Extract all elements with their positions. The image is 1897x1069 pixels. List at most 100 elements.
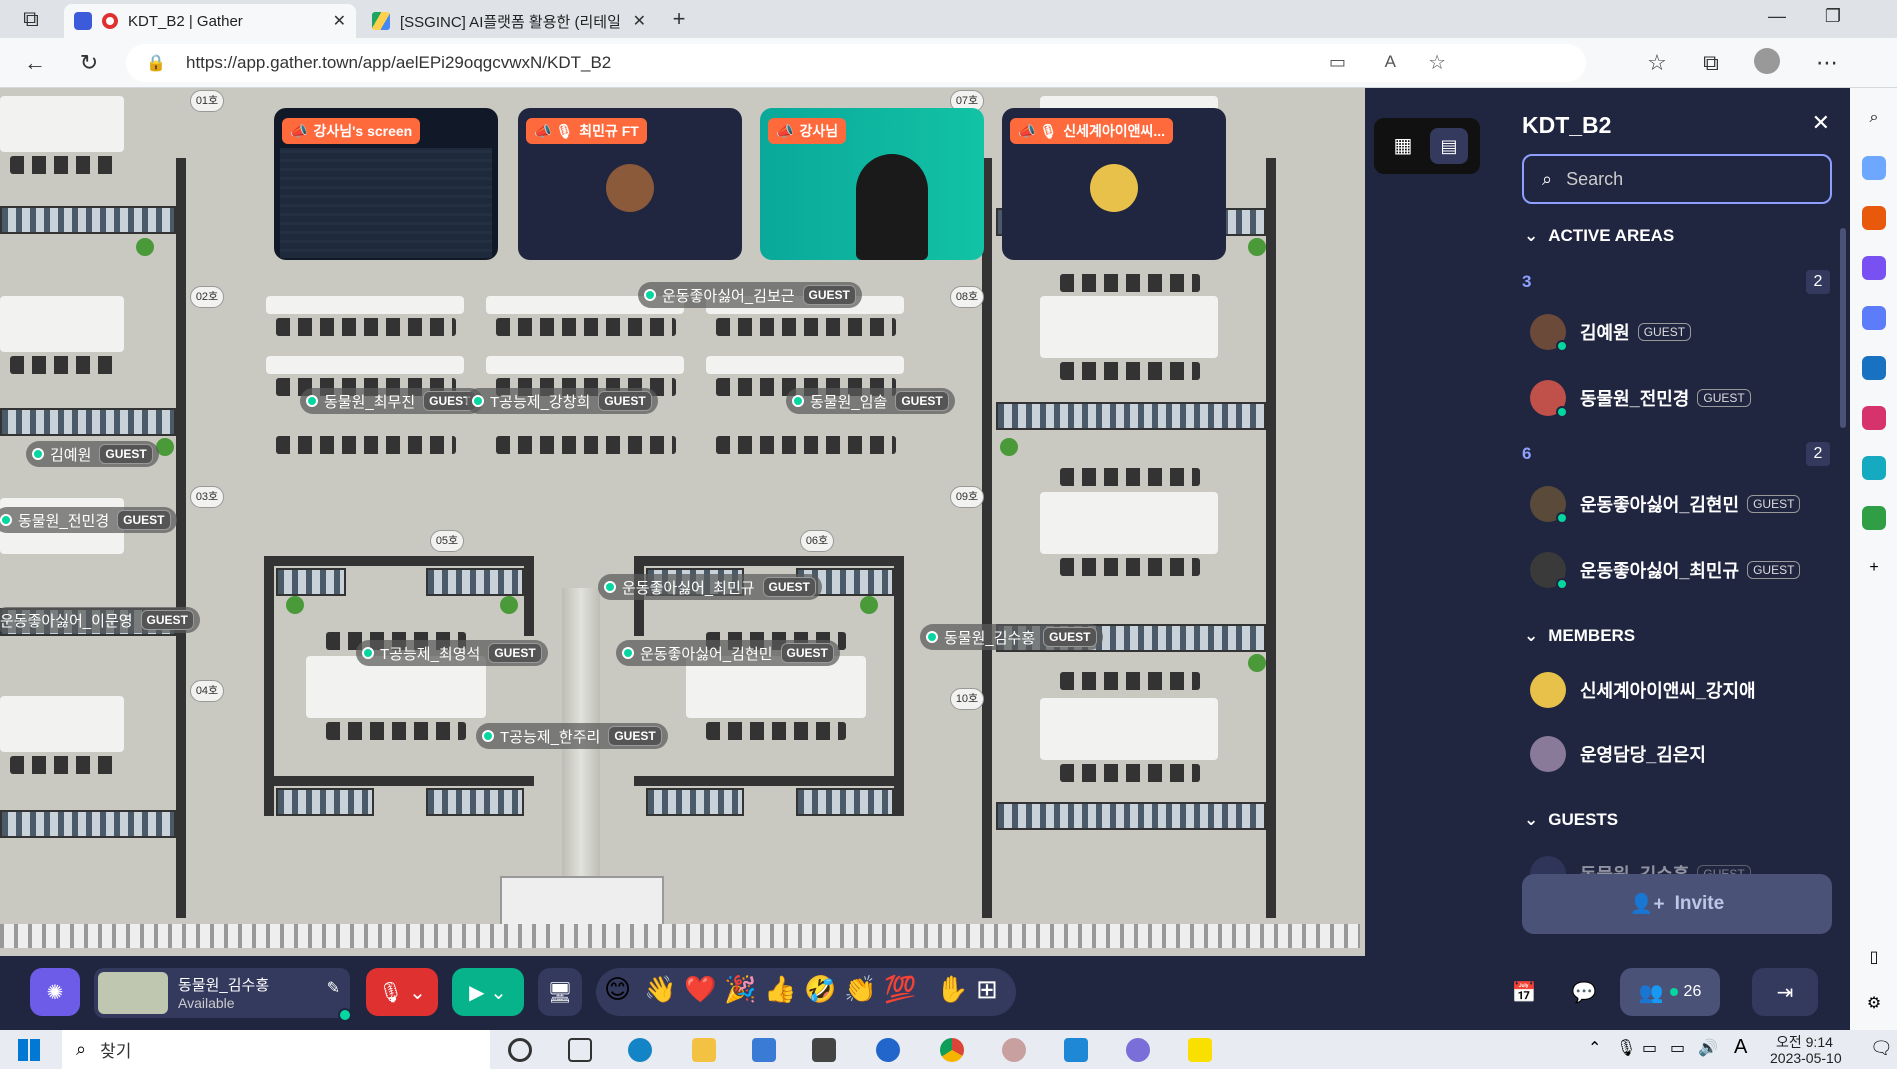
tab-close-icon[interactable]: ✕ [333, 11, 346, 31]
tab-close-icon[interactable]: ✕ [633, 11, 646, 31]
edit-icon[interactable]: ✎ [327, 978, 340, 998]
apps-icon[interactable]: ⊞ [976, 974, 998, 1005]
add-icon[interactable]: + [1862, 556, 1886, 580]
settings-icon[interactable]: ⚙ [1862, 992, 1886, 1016]
file-explorer-icon[interactable] [692, 1038, 716, 1062]
mic-toggle-button[interactable]: 🎙 ⌄ [366, 968, 438, 1016]
player-nametag[interactable]: 운동좋아싫어_이문영 GUEST [0, 607, 200, 633]
video-tile-screen-share[interactable]: 📣 강사님's screen [274, 108, 498, 260]
emoji-party-icon[interactable]: 🎉 [724, 974, 756, 1005]
tray-chevron-icon[interactable]: ⌃ [1588, 1038, 1601, 1058]
ime-indicator[interactable]: A [1734, 1036, 1747, 1059]
emoji-laugh-icon[interactable]: 🤣 [804, 974, 836, 1005]
taskbar-time[interactable]: 오전 9:14 [1776, 1032, 1833, 1052]
network-icon[interactable]: ▭ [1670, 1038, 1685, 1058]
video-tile-user[interactable]: 📣 🎙 최민규 FT [518, 108, 742, 260]
shopping-icon[interactable] [1862, 156, 1886, 180]
search-field[interactable]: ⌕ Search [1522, 154, 1832, 204]
cortana-icon[interactable] [508, 1038, 532, 1062]
store-icon[interactable] [752, 1038, 776, 1062]
emoji-wave-icon[interactable]: 👋 [644, 974, 676, 1005]
app-icon[interactable] [876, 1038, 900, 1062]
kakaotalk-icon[interactable] [1188, 1038, 1212, 1062]
emoji-heart-icon[interactable]: ❤️ [684, 974, 716, 1005]
gather-menu-button[interactable]: ✺ [30, 968, 80, 1016]
battery-icon[interactable]: ▭ [1642, 1038, 1657, 1058]
more-icon[interactable]: ⋯ [1812, 48, 1842, 78]
member-row[interactable]: 운영담당_김은지 [1530, 734, 1706, 774]
paint-icon[interactable] [1002, 1038, 1026, 1062]
raise-hand-icon[interactable]: ✋ [936, 974, 968, 1005]
panel-scrollbar[interactable] [1840, 228, 1846, 428]
emoji-hundred-icon[interactable]: 💯 [884, 974, 916, 1005]
games-icon[interactable] [1862, 256, 1886, 280]
player-nametag[interactable]: 운동좋아싫어_김보근 GUEST [638, 282, 862, 308]
video-tile-user[interactable]: 📣 🎙 신세계아이앤씨... [1002, 108, 1226, 260]
copilot-icon[interactable] [1862, 306, 1886, 330]
mic-tray-icon[interactable]: 🎙 [1616, 1038, 1636, 1058]
discord-icon[interactable] [1126, 1038, 1150, 1062]
tools-icon[interactable] [1862, 206, 1886, 230]
player-nametag[interactable]: 동물원_김수홍 GUEST [920, 624, 1103, 650]
player-nametag[interactable]: 김예원 GUEST [26, 441, 159, 467]
add-favorite-icon[interactable]: ☆ [1428, 50, 1446, 75]
chrome-icon[interactable] [940, 1038, 964, 1062]
windows-start-icon[interactable] [18, 1039, 40, 1061]
outlook-icon[interactable] [1862, 356, 1886, 380]
grid-view-icon[interactable]: ▦ [1384, 128, 1422, 164]
chat-button[interactable]: 💬 [1560, 968, 1608, 1016]
emoji-smile-icon[interactable]: 😊 [604, 974, 631, 1005]
sidebar-toggle-icon[interactable]: ▯ [1862, 946, 1886, 970]
task-view-icon[interactable] [568, 1038, 592, 1062]
camera-toggle-button[interactable]: ▶ ⌄ [452, 968, 524, 1016]
participant-row[interactable]: 운동좋아싫어_김현민 GUEST [1530, 484, 1801, 524]
participant-row[interactable]: 김예원 GUEST [1530, 312, 1692, 352]
taskbar-date[interactable]: 2023-05-10 [1770, 1050, 1842, 1066]
player-nametag[interactable]: 동물원_임솔 GUEST [786, 388, 955, 414]
video-tile-instructor[interactable]: 📣 강사님 [760, 108, 984, 260]
participant-row[interactable]: 동물원_전민경 GUEST [1530, 378, 1751, 418]
player-nametag[interactable]: 운동좋아싫어_최민규 GUEST [598, 574, 822, 600]
favorites-icon[interactable]: ☆ [1642, 48, 1672, 78]
leave-button[interactable]: ⇥ [1752, 968, 1818, 1016]
tab-gather[interactable]: KDT_B2 | Gather ✕ [64, 4, 356, 38]
player-nametag[interactable]: 동물원_전민경 GUEST [0, 507, 177, 533]
close-icon[interactable]: ✕ [1812, 110, 1830, 136]
guests-header[interactable]: ⌄ GUESTS [1524, 810, 1618, 830]
mail-icon[interactable] [812, 1038, 836, 1062]
minimize-icon[interactable]: — [1752, 6, 1802, 27]
volume-icon[interactable]: 🔊 [1698, 1038, 1718, 1058]
restore-icon[interactable]: ❐ [1808, 6, 1858, 27]
player-nametag[interactable]: T공능제_강창희 GUEST [466, 388, 658, 414]
invite-button[interactable]: 👤+ Invite [1522, 874, 1832, 934]
player-nametag[interactable]: 동물원_최무진 GUEST [300, 388, 483, 414]
back-icon[interactable]: ← [20, 48, 50, 78]
send-icon[interactable] [1862, 456, 1886, 480]
camera-icon[interactable]: ▭ [1329, 52, 1346, 73]
active-areas-header[interactable]: ⌄ ACTIVE AREAS [1524, 226, 1674, 246]
new-tab-icon[interactable]: + [664, 4, 694, 34]
player-nametag[interactable]: T공능제_최영석 GUEST [356, 640, 548, 666]
participant-row[interactable]: 운동좋아싫어_최민규 GUEST [1530, 550, 1801, 590]
profile-avatar[interactable] [1752, 48, 1782, 78]
calendar-button[interactable]: 📅 [1500, 968, 1548, 1016]
notifications-icon[interactable]: 🗨 [1870, 1038, 1893, 1059]
edge-icon[interactable] [628, 1038, 652, 1062]
search-icon[interactable]: ⌕ [1862, 106, 1886, 130]
player-nametag[interactable]: 운동좋아싫어_김현민 GUEST [616, 640, 840, 666]
map-view-icon[interactable]: ▤ [1430, 128, 1468, 164]
tab-actions-icon[interactable]: ⧉ [16, 4, 46, 34]
player-nametag[interactable]: T공능제_한주리 GUEST [476, 723, 668, 749]
member-row[interactable]: 신세계아이앤씨_강지애 [1530, 670, 1756, 710]
emoji-thumbsup-icon[interactable]: 👍 [764, 974, 796, 1005]
collections-icon[interactable]: ⧉ [1696, 48, 1726, 78]
vscode-icon[interactable] [1064, 1038, 1088, 1062]
refresh-icon[interactable]: ↻ [74, 48, 104, 78]
designer-icon[interactable] [1862, 406, 1886, 430]
user-card[interactable]: 동물원_김수홍 Available ✎ [94, 968, 352, 1022]
emoji-clap-icon[interactable]: 👏 [844, 974, 876, 1005]
read-aloud-icon[interactable]: A [1385, 52, 1396, 72]
tab-drive[interactable]: [SSGINC] AI플랫폼 활용한 (리테일 ✕ [362, 4, 656, 38]
screen-share-button[interactable]: 🖥 [538, 968, 582, 1016]
members-header[interactable]: ⌄ MEMBERS [1524, 626, 1635, 646]
